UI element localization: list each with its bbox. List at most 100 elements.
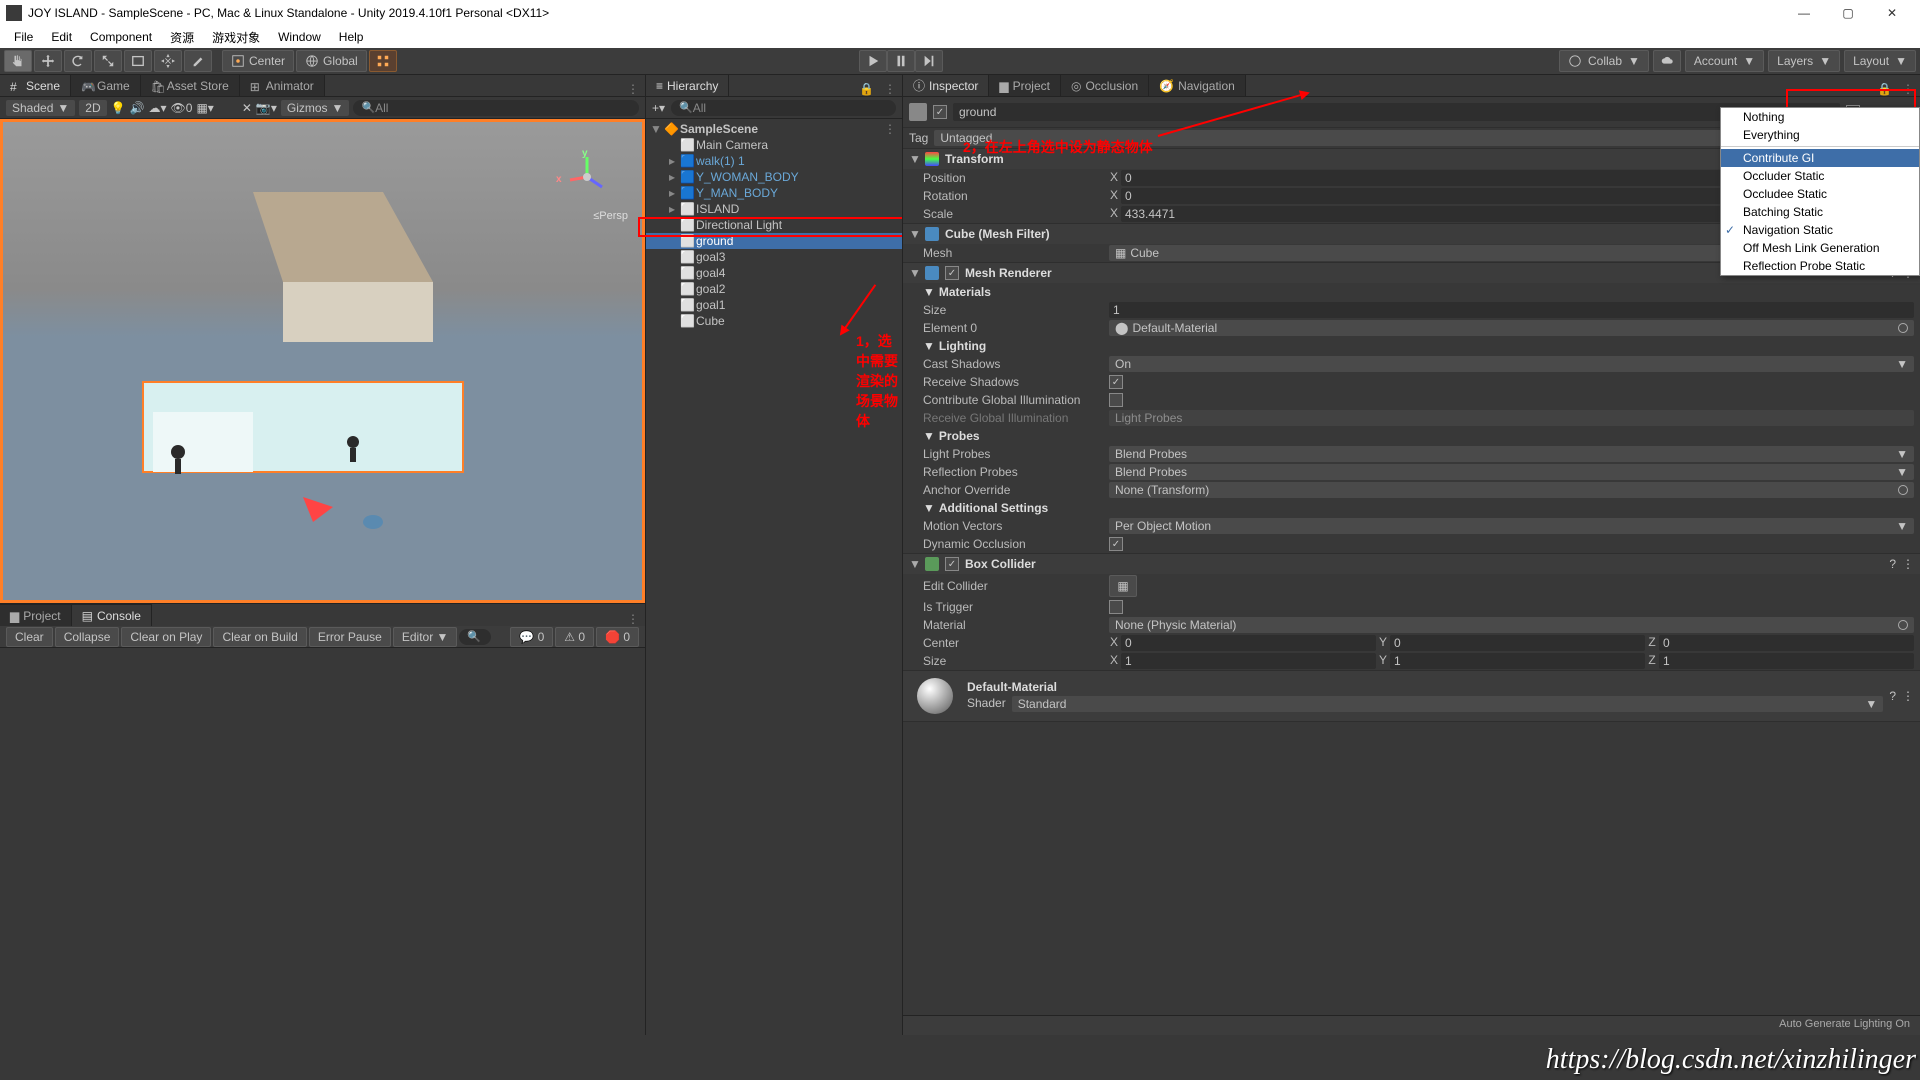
clear-on-build[interactable]: Clear on Build xyxy=(213,627,306,647)
static-menu-item[interactable]: Nothing xyxy=(1721,108,1919,126)
reflection-probes[interactable]: Blend Probes▼ xyxy=(1109,464,1914,480)
collab-dropdown[interactable]: Collab▼ xyxy=(1559,50,1649,72)
static-menu-item[interactable]: Batching Static xyxy=(1721,203,1919,221)
tab-hierarchy[interactable]: ≡Hierarchy xyxy=(646,74,729,96)
inspector-lock-icon[interactable]: 🔒 xyxy=(1873,82,1896,96)
tab-project2[interactable]: ▆Project xyxy=(989,74,1061,96)
hierarchy-item[interactable]: ⬜Directional Light xyxy=(646,217,902,233)
hierarchy-search[interactable]: 🔍 All xyxy=(671,100,896,116)
create-dropdown-icon[interactable]: +▾ xyxy=(652,101,665,115)
tab-project[interactable]: ▆Project xyxy=(0,604,72,626)
layout-dropdown[interactable]: Layout▼ xyxy=(1844,50,1916,72)
camera-icon[interactable]: 📷▾ xyxy=(256,101,277,115)
minimize-button[interactable]: — xyxy=(1782,0,1826,26)
shading-mode[interactable]: Shaded▼ xyxy=(6,100,75,116)
static-menu-item[interactable]: Occluder Static xyxy=(1721,167,1919,185)
size-z[interactable]: 1 xyxy=(1659,653,1914,669)
tab-inspector[interactable]: ⓘInspector xyxy=(903,74,989,96)
move-tool[interactable] xyxy=(34,50,62,72)
clear-on-play[interactable]: Clear on Play xyxy=(121,627,211,647)
menu-component[interactable]: Component xyxy=(82,28,160,46)
space-toggle[interactable]: Global xyxy=(296,50,367,72)
name-field[interactable]: ground xyxy=(953,103,1840,121)
editor-dropdown[interactable]: Editor ▼ xyxy=(393,627,458,647)
hierarchy-item[interactable]: ⬜ground xyxy=(646,233,902,249)
static-menu-item[interactable]: Contribute GI xyxy=(1721,149,1919,167)
mesh-renderer-enabled[interactable]: ✓ xyxy=(945,266,959,280)
play-button[interactable] xyxy=(859,50,887,72)
tag-dropdown[interactable]: Untagged▼ xyxy=(934,130,1842,146)
static-menu-item[interactable]: ✓Navigation Static xyxy=(1721,221,1919,239)
tools-icon[interactable]: ✕ xyxy=(242,101,252,115)
hierarchy-item[interactable]: ⬜goal3 xyxy=(646,249,902,265)
tab-console[interactable]: ▤Console xyxy=(72,604,152,626)
center-y[interactable]: 0 xyxy=(1390,635,1645,651)
tab-animator[interactable]: ⊞Animator xyxy=(240,74,325,96)
contribute-gi[interactable] xyxy=(1109,393,1123,407)
light-toggle-icon[interactable]: 💡 xyxy=(111,101,126,115)
hierarchy-item[interactable]: ▸⬜ISLAND xyxy=(646,201,902,217)
tab-menu-icon[interactable]: ⋮ xyxy=(621,82,645,96)
menu-edit[interactable]: Edit xyxy=(43,28,80,46)
static-menu-item[interactable]: Everything xyxy=(1721,126,1919,144)
menu-gameobject[interactable]: 游戏对象 xyxy=(204,27,268,48)
menu-file[interactable]: File xyxy=(6,28,41,46)
size-x[interactable]: 1 xyxy=(1121,653,1376,669)
tab-asset-store[interactable]: 🛍Asset Store xyxy=(141,74,240,96)
pivot-toggle[interactable]: Center xyxy=(222,50,294,72)
console-menu-icon[interactable]: ⋮ xyxy=(621,612,645,626)
active-checkbox[interactable]: ✓ xyxy=(933,105,947,119)
shader-dropdown[interactable]: Standard▼ xyxy=(1012,696,1884,712)
hierarchy-menu-icon[interactable]: ⋮ xyxy=(878,82,902,96)
static-menu-item[interactable]: Off Mesh Link Generation xyxy=(1721,239,1919,257)
materials-size[interactable]: 1 xyxy=(1109,302,1914,318)
menu-window[interactable]: Window xyxy=(270,28,329,46)
cloud-button[interactable] xyxy=(1653,50,1681,72)
tab-scene[interactable]: #Scene xyxy=(0,74,71,96)
maximize-button[interactable]: ▢ xyxy=(1826,0,1870,26)
box-collider-header[interactable]: ▼✓Box Collider?⋮ xyxy=(903,554,1920,574)
center-z[interactable]: 0 xyxy=(1659,635,1914,651)
center-x[interactable]: 0 xyxy=(1121,635,1376,651)
scene-viewport[interactable]: y x ≤Persp xyxy=(0,119,645,603)
tab-navigation[interactable]: 🧭Navigation xyxy=(1149,74,1246,96)
gameobject-icon[interactable] xyxy=(909,103,927,121)
hierarchy-item[interactable]: ▸🟦walk(1) 1 xyxy=(646,153,902,169)
hierarchy-item[interactable]: ⬜goal2 xyxy=(646,281,902,297)
clear-button[interactable]: Clear xyxy=(6,627,53,647)
hierarchy-item[interactable]: ▸🟦Y_MAN_BODY xyxy=(646,185,902,201)
step-button[interactable] xyxy=(915,50,943,72)
cast-shadows[interactable]: On▼ xyxy=(1109,356,1914,372)
error-pause[interactable]: Error Pause xyxy=(309,627,391,647)
close-button[interactable]: ✕ xyxy=(1870,0,1914,26)
hierarchy-item[interactable]: ⬜Cube xyxy=(646,313,902,329)
scene-row[interactable]: ▼🔶SampleScene⋮ xyxy=(646,121,902,137)
material-0[interactable]: ⬤Default-Material xyxy=(1109,320,1914,336)
custom-tool[interactable] xyxy=(184,50,212,72)
gizmos-dropdown[interactable]: Gizmos▼ xyxy=(281,100,350,116)
motion-vectors[interactable]: Per Object Motion▼ xyxy=(1109,518,1914,534)
info-count[interactable]: 💬 0 xyxy=(510,627,553,647)
tab-occlusion[interactable]: ◎Occlusion xyxy=(1061,74,1149,96)
2d-toggle[interactable]: 2D xyxy=(79,100,106,116)
hierarchy-item[interactable]: ⬜goal4 xyxy=(646,265,902,281)
anchor-override[interactable]: None (Transform) xyxy=(1109,482,1914,498)
pause-button[interactable] xyxy=(887,50,915,72)
hand-tool[interactable] xyxy=(4,50,32,72)
edit-collider-button[interactable]: ▦ xyxy=(1109,575,1137,597)
layers-dropdown[interactable]: Layers▼ xyxy=(1768,50,1840,72)
hierarchy-lock-icon[interactable]: 🔒 xyxy=(855,82,878,96)
menu-help[interactable]: Help xyxy=(331,28,372,46)
warn-count[interactable]: ⚠ 0 xyxy=(555,627,594,647)
dynamic-occlusion[interactable]: ✓ xyxy=(1109,537,1123,551)
audio-toggle-icon[interactable]: 🔊 xyxy=(130,101,145,115)
scene-search[interactable]: 🔍 All xyxy=(353,100,639,116)
collider-enabled[interactable]: ✓ xyxy=(945,557,959,571)
account-dropdown[interactable]: Account▼ xyxy=(1685,50,1764,72)
static-menu-item[interactable]: Occludee Static xyxy=(1721,185,1919,203)
snap-toggle[interactable] xyxy=(369,50,397,72)
collapse-button[interactable]: Collapse xyxy=(55,627,120,647)
inspector-menu-icon[interactable]: ⋮ xyxy=(1896,82,1920,96)
hierarchy-tree[interactable]: ▼🔶SampleScene⋮ ⬜Main Camera▸🟦walk(1) 1▸🟦… xyxy=(646,119,902,1035)
menu-assets[interactable]: 资源 xyxy=(162,27,202,48)
